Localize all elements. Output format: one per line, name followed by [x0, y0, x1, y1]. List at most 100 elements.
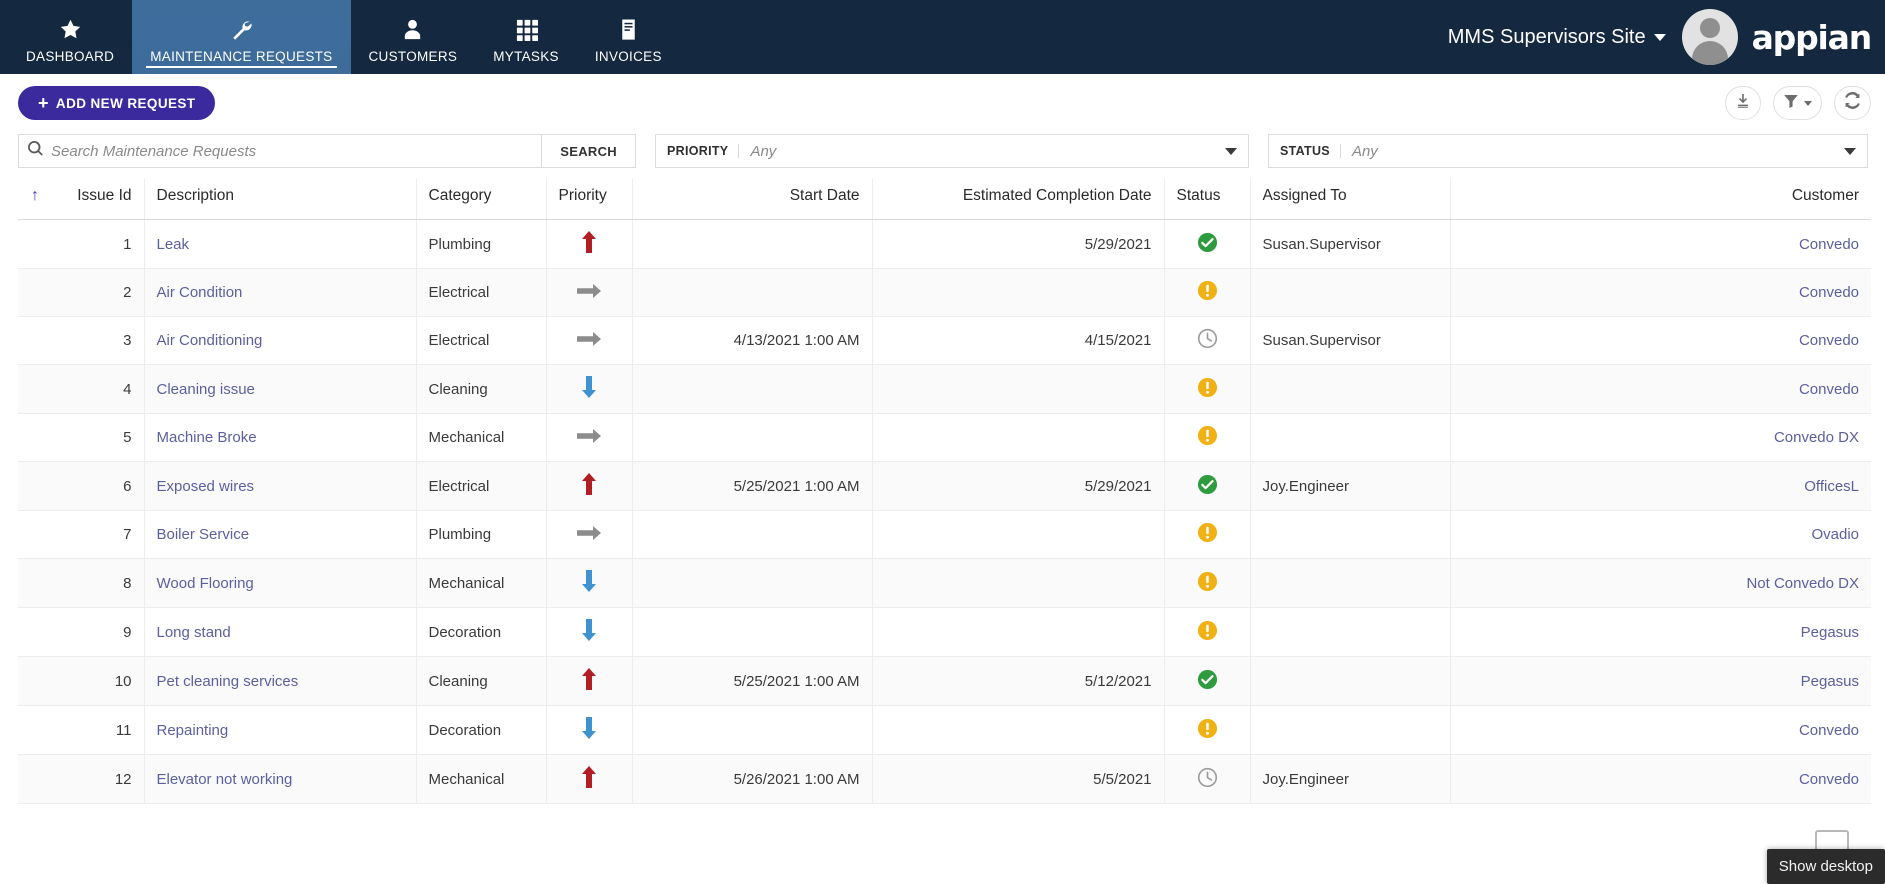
cell-status [1163, 364, 1250, 414]
sort-ascending-icon[interactable]: ↑ [31, 187, 39, 204]
customer-link[interactable]: Convedo [1799, 722, 1859, 739]
cell-issue-id: 3 [52, 316, 144, 365]
customer-link[interactable]: Convedo [1799, 771, 1859, 788]
description-link[interactable]: Machine Broke [157, 429, 257, 446]
cell-assigned-to [1249, 607, 1450, 657]
description-link[interactable]: Air Conditioning [157, 332, 263, 349]
top-navigation-right: MMS Supervisors Site appian [1448, 0, 1885, 74]
status-filter-select[interactable]: STATUS Any [1268, 134, 1868, 168]
cell-assigned-to [1249, 364, 1450, 414]
table-row[interactable]: 11 Repainting Decoration Convedo [18, 705, 1871, 755]
chevron-down-icon [1844, 147, 1856, 155]
column-header-priority[interactable]: Priority [545, 179, 632, 220]
table-row[interactable]: 2 Air Condition Electrical Convedo [18, 268, 1871, 317]
description-link[interactable]: Long stand [157, 624, 231, 641]
customer-link[interactable]: Convedo [1799, 332, 1859, 349]
nav-item-invoices[interactable]: INVOICES [577, 0, 680, 74]
row-sort-spacer [18, 364, 52, 414]
table-row[interactable]: 10 Pet cleaning services Cleaning 5/25/2021… [18, 656, 1871, 706]
table-row[interactable]: 6 Exposed wires Electrical 5/25/2021 1:00 A… [18, 461, 1871, 511]
description-link[interactable]: Air Condition [157, 284, 243, 301]
table-row[interactable]: 1 Leak Plumbing 5/29/2021 Susan.Supervisor Co… [18, 219, 1871, 269]
avatar[interactable] [1681, 9, 1738, 65]
nav-item-label: MAINTENANCE REQUESTS [150, 48, 333, 64]
cell-estimated-completion-date [871, 607, 1164, 657]
cell-assigned-to [1249, 656, 1450, 706]
download-icon [1735, 93, 1751, 114]
cell-start-date: 5/25/2021 1:00 AM [631, 656, 872, 706]
sort-column-header[interactable]: ↑ [18, 179, 52, 220]
row-sort-spacer [18, 461, 52, 511]
search-input[interactable] [43, 135, 533, 167]
site-name-label[interactable]: MMS Supervisors Site [1448, 26, 1646, 49]
customer-link[interactable]: Pegasus [1801, 673, 1859, 690]
description-link[interactable]: Boiler Service [157, 526, 250, 543]
search-input-wrapper[interactable] [18, 134, 542, 168]
chevron-down-icon[interactable] [1653, 33, 1666, 41]
status-filter-label: STATUS [1280, 144, 1341, 158]
customer-link[interactable]: OfficesL [1804, 478, 1859, 495]
priority-filter-select[interactable]: PRIORITY Any [655, 134, 1249, 168]
customer-link[interactable]: Convedo [1799, 236, 1859, 253]
chevron-down-icon [1225, 147, 1237, 155]
column-header-description[interactable]: Description [143, 179, 416, 220]
table-row[interactable]: 8 Wood Flooring Mechanical Not Convedo DX [18, 558, 1871, 608]
row-sort-spacer [18, 607, 52, 657]
column-header-estimated-completion-date[interactable]: Estimated Completion Date [871, 179, 1164, 220]
customer-link[interactable]: Convedo [1799, 284, 1859, 301]
description-link[interactable]: Elevator not working [157, 771, 293, 788]
arrow-down-icon [559, 570, 620, 592]
cell-description: Machine Broke [143, 413, 416, 462]
cell-category: Plumbing [415, 510, 546, 559]
cell-estimated-completion-date [871, 705, 1164, 755]
column-header-start-date[interactable]: Start Date [631, 179, 872, 220]
add-new-request-button[interactable]: + ADD NEW REQUEST [18, 86, 216, 120]
column-header-category[interactable]: Category [415, 179, 546, 220]
description-link[interactable]: Leak [157, 236, 190, 253]
table-row[interactable]: 3 Air Conditioning Electrical 4/13/2021 1:0… [18, 316, 1871, 365]
cell-status [1163, 219, 1250, 269]
description-link[interactable]: Pet cleaning services [157, 673, 299, 690]
search-button[interactable]: SEARCH [541, 134, 636, 168]
cell-start-date [631, 268, 872, 317]
chevron-down-icon [1804, 100, 1812, 106]
table-row[interactable]: 12 Elevator not working Mechanical 5/26/202… [18, 754, 1871, 804]
table-row[interactable]: 7 Boiler Service Plumbing Ovadio [18, 510, 1871, 559]
description-link[interactable]: Repainting [157, 722, 229, 739]
cell-status [1163, 705, 1250, 755]
cell-customer: Convedo [1449, 219, 1871, 269]
export-button[interactable] [1725, 86, 1761, 120]
primary-nav: DASHBOARD MAINTENANCE REQUESTS CUSTOMERS MY… [0, 0, 680, 74]
search-icon [28, 140, 43, 161]
refresh-button[interactable] [1834, 86, 1871, 120]
column-header-customer[interactable]: Customer [1449, 179, 1871, 220]
cell-status [1163, 413, 1250, 462]
column-header-assigned-to[interactable]: Assigned To [1249, 179, 1450, 220]
table-row[interactable]: 5 Machine Broke Mechanical Convedo DX [18, 413, 1871, 462]
nav-item-maintenance-requests[interactable]: MAINTENANCE REQUESTS [132, 0, 351, 74]
description-link[interactable]: Cleaning issue [157, 381, 255, 398]
description-link[interactable]: Exposed wires [157, 478, 255, 495]
row-sort-spacer [18, 705, 52, 755]
filter-button[interactable] [1773, 86, 1822, 120]
customer-link[interactable]: Ovadio [1811, 526, 1859, 543]
customer-link[interactable]: Convedo DX [1774, 429, 1859, 446]
cell-issue-id: 9 [52, 607, 144, 657]
customer-link[interactable]: Convedo [1799, 381, 1859, 398]
table-row[interactable]: 4 Cleaning issue Cleaning Convedo [18, 364, 1871, 414]
cell-priority [545, 219, 632, 269]
customer-link[interactable]: Pegasus [1801, 624, 1859, 641]
grid-apps-icon [515, 17, 538, 43]
column-header-status[interactable]: Status [1163, 179, 1250, 220]
arrow-up-icon [559, 766, 620, 788]
cell-description: Pet cleaning services [143, 656, 416, 706]
cell-customer: OfficesL [1449, 461, 1871, 511]
description-link[interactable]: Wood Flooring [157, 575, 254, 592]
nav-item-dashboard[interactable]: DASHBOARD [8, 0, 132, 74]
row-sort-spacer [18, 219, 52, 269]
column-header-issue-id[interactable]: Issue Id [52, 179, 144, 220]
customer-link[interactable]: Not Convedo DX [1746, 575, 1859, 592]
table-row[interactable]: 9 Long stand Decoration Pegasus [18, 607, 1871, 657]
nav-item-customers[interactable]: CUSTOMERS [351, 0, 476, 74]
nav-item-mytasks[interactable]: MYTASKS [475, 0, 577, 74]
